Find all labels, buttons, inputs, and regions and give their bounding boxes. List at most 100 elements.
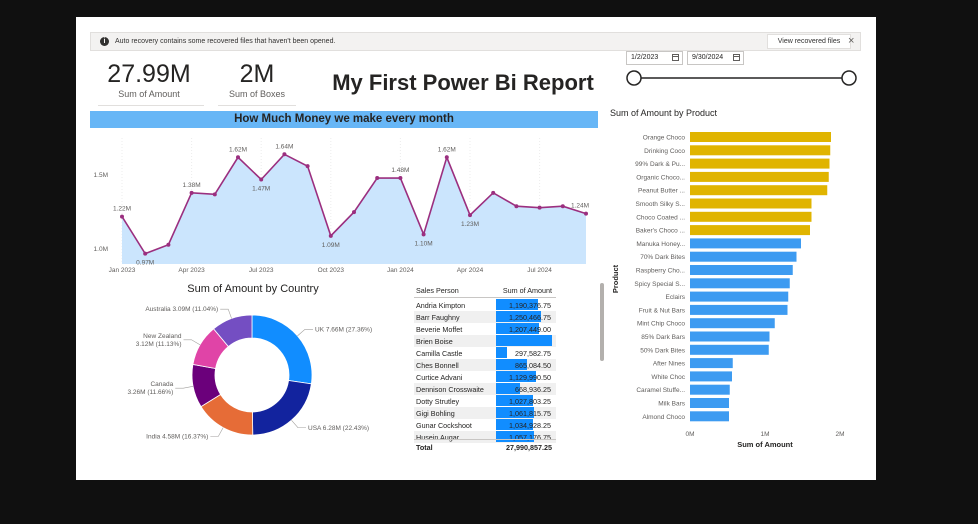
sales-person-cell: Brien Boise — [416, 337, 453, 346]
table-row[interactable]: Dennison Crosswaite 668,936.25 — [414, 383, 556, 395]
close-icon[interactable]: × — [848, 36, 854, 47]
product-bar-chart: Orange Choco Drinking Coco 99% Dark & Pu..… — [611, 132, 845, 449]
table-row[interactable]: Beverie Moffet 1,207,449.00 — [414, 323, 556, 335]
start-date-input[interactable]: 1/2/2023 — [626, 51, 683, 65]
data-label: 1.38M — [183, 182, 201, 189]
column-header-amount[interactable]: Sum of Amount — [503, 286, 552, 295]
data-label: 1.24M — [571, 203, 589, 210]
calendar-icon[interactable] — [733, 54, 740, 61]
category-label: Organic Choco... — [636, 174, 685, 181]
category-label: White Choc — [651, 374, 685, 381]
data-point — [120, 214, 124, 219]
table-scrollbar[interactable] — [600, 283, 604, 361]
data-point — [282, 152, 287, 157]
amount-cell: 1,034,928.25 — [509, 421, 551, 430]
category-label: Choco Coated ... — [636, 214, 685, 221]
product-bar — [690, 278, 790, 289]
slice-label: 3.12M (11.13%) — [136, 341, 182, 348]
table-row[interactable]: Dotty Strutley 1,027,803.25 — [414, 395, 556, 407]
area-fill — [122, 154, 586, 264]
donut-slice — [252, 380, 312, 436]
category-label: 99% Dark & Pu... — [635, 161, 685, 168]
sales-person-cell: Dotty Strutley — [416, 397, 460, 406]
view-recovered-files-button[interactable]: View recovered files — [767, 34, 851, 49]
leader-line — [183, 339, 201, 346]
kpi-divider — [218, 105, 296, 106]
slice-label: India 4.58M (16.37%) — [146, 433, 208, 440]
y-axis-title: Product — [611, 264, 620, 293]
product-bar — [690, 211, 812, 222]
table-row[interactable]: Gigi Bohling 1,061,815.75 — [414, 407, 556, 419]
amount-cell: 1,061,815.75 — [509, 409, 551, 418]
leader-line — [291, 420, 307, 429]
date-range-slider[interactable] — [622, 68, 860, 88]
category-label: Fruit & Nut Bars — [639, 307, 686, 314]
amount-cell: 865,084.50 — [515, 361, 551, 370]
product-bar — [690, 225, 810, 236]
monthly-chart-title: How Much Money we make every month — [90, 111, 598, 128]
product-bar — [690, 411, 729, 422]
table-row[interactable]: Gunar Cockshoot 1,034,928.25 — [414, 419, 556, 431]
y-tick-label: 1.5M — [94, 172, 108, 179]
data-point — [560, 204, 565, 209]
sales-person-cell: Camilla Castle — [416, 349, 463, 358]
slice-label: 3.26M (11.66%) — [127, 389, 173, 396]
x-tick-label: Jul 2023 — [249, 267, 274, 274]
slice-label: UK 7.66M (27.36%) — [315, 326, 372, 333]
sales-person-cell: Gigi Bohling — [416, 409, 455, 418]
x-tick-label: Jan 2024 — [387, 267, 414, 274]
table-row[interactable]: Andria Kimpton 1,190,376.75 — [414, 299, 556, 311]
category-label: 85% Dark Bars — [641, 334, 685, 341]
end-date-value: 9/30/2024 — [692, 54, 724, 61]
amount-data-bar — [496, 335, 552, 346]
x-tick-label: Jan 2023 — [109, 267, 136, 274]
table-row[interactable]: Camilla Castle 297,582.75 — [414, 347, 556, 359]
table-row[interactable]: Barr Faughny 1,250,466.75 — [414, 311, 556, 323]
table-row[interactable]: Ches Bonnell 865,084.50 — [414, 359, 556, 371]
end-date-input[interactable]: 9/30/2024 — [687, 51, 744, 65]
product-bar — [690, 251, 797, 262]
donut-slice — [251, 314, 313, 385]
category-label: 70% Dark Bites — [640, 254, 686, 261]
category-label: Baker's Choco ... — [636, 228, 685, 235]
category-label: 50% Dark Bites — [640, 347, 686, 354]
x-tick-label: Oct 2023 — [318, 267, 345, 274]
product-bar — [690, 344, 769, 355]
kpi-label: Sum of Boxes — [228, 89, 286, 99]
product-bar — [690, 291, 789, 302]
calendar-icon[interactable] — [672, 54, 679, 61]
product-bar — [690, 145, 831, 156]
amount-cell: 1,129,990.50 — [509, 373, 551, 382]
slider-end-handle[interactable] — [841, 70, 857, 86]
data-label: 1.10M — [415, 240, 433, 247]
product-bar — [690, 265, 793, 275]
data-point — [259, 177, 264, 182]
kpi-label: Sum of Amount — [118, 89, 180, 99]
slice-label: Canada — [150, 381, 173, 388]
total-amount: 27,990,857.25 — [506, 443, 552, 452]
sales-person-cell: Andria Kimpton — [416, 301, 466, 310]
total-label: Total — [416, 443, 433, 452]
category-label: Smooth Silky S... — [636, 201, 686, 208]
sales-person-cell: Barr Faughny — [416, 313, 460, 322]
column-header-sales-person[interactable]: Sales Person — [416, 286, 459, 295]
table-row[interactable]: Curtice Advani 1,129,990.50 — [414, 371, 556, 383]
kpi-value: 2M — [239, 60, 275, 88]
kpi-value: 27.99M — [107, 60, 191, 88]
data-point — [166, 242, 171, 247]
data-point — [236, 155, 240, 160]
data-label: 1.62M — [229, 146, 247, 153]
product-bar — [690, 371, 732, 382]
data-label: 1.23M — [461, 221, 479, 228]
product-bar — [690, 238, 801, 249]
slider-start-handle[interactable] — [626, 70, 642, 86]
data-label: 1.62M — [438, 146, 456, 153]
data-point — [421, 232, 426, 237]
category-label: After Nines — [653, 361, 686, 368]
table-row[interactable]: Brien Boise — [414, 335, 556, 347]
product-chart-title: Sum of Amount by Product — [610, 108, 718, 118]
report-title: My First Power Bi Report — [332, 70, 594, 95]
data-point — [143, 251, 148, 256]
amount-cell: 1,027,803.25 — [509, 397, 551, 406]
category-label: Eclairs — [665, 294, 685, 301]
